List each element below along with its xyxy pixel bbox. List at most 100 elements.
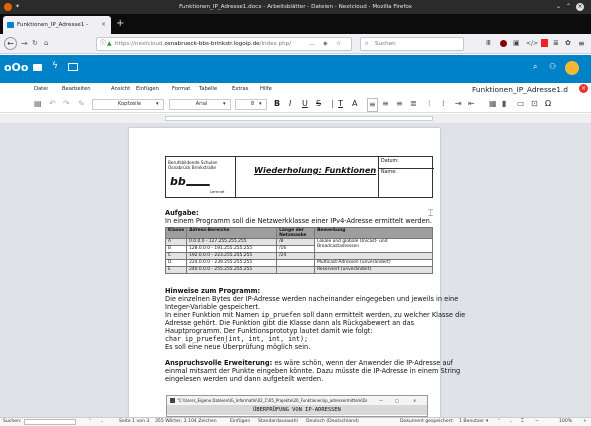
user-info[interactable]: 1 Benutzer <box>459 418 484 426</box>
search-input[interactable]: ⌕ Suchen <box>360 37 464 51</box>
aufgabe-heading: Aufgabe: <box>165 209 199 217</box>
editor-menu-bar: Datei Bearbeiten Ansicht Einfügen Format… <box>0 83 591 95</box>
status-search-input[interactable] <box>24 419 76 425</box>
forward-icon[interactable]: → <box>21 37 28 50</box>
table-cell: Lokale und globale Unicast- und Broadcas… <box>314 238 433 253</box>
insert-comment-icon[interactable]: ▭ <box>517 98 525 110</box>
screenshot-icon[interactable]: ▣ <box>513 37 520 50</box>
redo-icon[interactable]: ↷ <box>63 98 70 110</box>
date-name-cell: Datum: Name: <box>378 157 434 197</box>
menu-hilfe[interactable]: Hilfe <box>260 83 272 95</box>
status-bar: Suchen: ⌃ ⌄ Seite 1 von 3 355 Wörter, 3.… <box>0 417 591 426</box>
chevron-down-icon[interactable]: ▾ <box>486 418 488 426</box>
ublock-icon[interactable] <box>500 40 507 47</box>
zoom-level[interactable]: 100% <box>559 418 572 426</box>
zoom-next-icon[interactable]: ⌄ <box>509 418 513 426</box>
insert-table-icon[interactable]: ▦ <box>489 98 497 110</box>
close-tab-icon[interactable]: × <box>101 16 106 34</box>
back-icon[interactable]: ← <box>4 37 17 50</box>
insert-image-icon[interactable]: ⊡ <box>531 98 538 110</box>
menu-einfuegen[interactable]: Einfügen <box>136 83 159 95</box>
name-label: Name: <box>381 170 397 175</box>
indent-icon[interactable]: ⇥ <box>455 98 462 110</box>
undo-icon[interactable]: ↶ <box>49 98 56 110</box>
search-next-icon[interactable]: ⌄ <box>100 418 104 426</box>
avatar[interactable] <box>565 61 579 75</box>
numbered-list-icon[interactable]: ⁞ <box>442 98 445 110</box>
clone-formatting-icon[interactable]: ✎ <box>78 98 85 110</box>
maximize-icon[interactable]: ⌃ <box>566 0 571 14</box>
horizontal-ruler[interactable] <box>0 114 591 124</box>
zoom-in-icon[interactable]: + <box>583 418 587 426</box>
underline-icon[interactable]: U <box>302 98 308 110</box>
save-icon[interactable]: ▤ <box>34 98 42 110</box>
window-title-bar: ✦ Funktionen_IP_Adresse1.docx - Arbeitsb… <box>0 0 591 14</box>
zoom-out-icon[interactable]: − <box>535 418 539 426</box>
pocket-icon[interactable]: ◈ <box>323 38 328 50</box>
bold-icon[interactable]: B <box>274 98 280 110</box>
outdent-icon[interactable]: ⇤ <box>468 98 475 110</box>
clear-formatting-icon[interactable]: | <box>331 98 334 110</box>
paragraph-style-select[interactable]: Kopfzeile ▾ <box>92 99 164 110</box>
devtools-icon[interactable]: </> <box>526 37 538 50</box>
bookmark-star-icon[interactable]: ☆ <box>336 38 341 50</box>
table-cell: E <box>164 266 188 274</box>
special-character-icon[interactable]: Ω <box>545 98 551 110</box>
font-name-select[interactable]: Arial ▾ <box>169 99 231 110</box>
menu-datei[interactable]: Datei <box>34 83 48 95</box>
zoom-prev-icon[interactable]: ⌃ <box>497 418 501 426</box>
bullet-list-icon[interactable]: ⁝ <box>428 98 431 110</box>
extension-icon[interactable]: ✿ <box>565 37 571 50</box>
justify-icon[interactable]: ≣ <box>410 98 417 110</box>
fit-page-icon[interactable]: ⌶ <box>521 418 524 426</box>
search-prev-icon[interactable]: ⌃ <box>88 418 92 426</box>
hinweise-line: Adresse gehört. Die Funktion gibt die Kl… <box>165 319 415 327</box>
reader-icon[interactable]: ≣ <box>553 37 559 50</box>
url-bar[interactable]: ⓘ ▲ https://nextcloud.osnabrueck-bbs-bri… <box>96 37 352 51</box>
nextcloud-logo-icon[interactable]: oOo <box>4 62 28 74</box>
url-path: /index.php/ <box>259 41 292 47</box>
new-tab-icon[interactable]: + <box>116 16 124 32</box>
library-icon[interactable]: Ⅲ <box>486 37 491 50</box>
align-right-icon[interactable]: ≡ <box>396 98 403 110</box>
hinweise-line: Es soll eine neue Überprüfung möglich se… <box>165 343 311 351</box>
info-icon[interactable]: ⓘ <box>100 38 106 50</box>
reload-icon[interactable]: ↻ <box>32 37 38 50</box>
gallery-app-icon[interactable] <box>68 63 78 71</box>
extension-red-icon[interactable] <box>541 39 548 47</box>
close-window-icon[interactable]: × <box>576 3 584 11</box>
strikethrough-icon[interactable]: S <box>316 98 321 110</box>
font-color-icon[interactable]: T <box>338 98 343 110</box>
files-app-icon[interactable] <box>33 64 42 71</box>
align-left-icon[interactable]: ≡ <box>367 98 378 112</box>
hamburger-menu-icon[interactable]: ≡ <box>578 37 585 50</box>
menu-bearbeiten[interactable]: Bearbeiten <box>62 83 91 95</box>
close-document-icon[interactable]: × <box>579 84 588 93</box>
font-name-value: Arial <box>195 101 208 107</box>
search-icon[interactable]: ⌕ <box>533 62 537 72</box>
highlight-color-icon[interactable]: A <box>352 98 357 110</box>
anspruch-line: Anspruchsvolle Erweiterung: es wäre schö… <box>165 359 453 367</box>
align-center-icon[interactable]: ≡ <box>382 98 389 110</box>
activity-app-icon[interactable]: ϟ <box>52 61 58 71</box>
insert-mode[interactable]: Einfügen <box>230 418 250 426</box>
selection-mode[interactable]: Standardauswahl <box>258 418 298 426</box>
menu-extras[interactable]: Extras <box>232 83 248 95</box>
table-header-cell: Länge der Netzmaske <box>276 227 316 239</box>
menu-tabelle[interactable]: Tabelle <box>199 83 217 95</box>
menu-ansicht[interactable]: Ansicht <box>111 83 130 95</box>
menu-format[interactable]: Format <box>172 83 190 95</box>
minimize-icon[interactable]: ⌄ <box>556 0 561 14</box>
chevron-down-icon: ▾ <box>259 101 262 107</box>
insert-chart-icon[interactable]: ▮ <box>502 98 506 110</box>
language[interactable]: Deutsch (Deutschland) <box>306 418 359 426</box>
browser-tab-active[interactable]: Funktionen_IP_Adresse1 - × <box>3 16 111 34</box>
italic-icon[interactable]: I <box>289 98 291 110</box>
font-size-select[interactable]: 8 ▾ <box>235 99 267 110</box>
page-actions-icon[interactable]: … <box>309 38 315 50</box>
lock-icon: ▲ <box>107 40 112 47</box>
paragraph-style-value: Kopfzeile <box>117 101 142 107</box>
table-cell: 192.0.0.0 - 223.255.255.255 <box>186 252 278 260</box>
home-icon[interactable]: ⌂ <box>44 37 48 50</box>
contacts-icon[interactable]: ⚇ <box>549 62 556 71</box>
